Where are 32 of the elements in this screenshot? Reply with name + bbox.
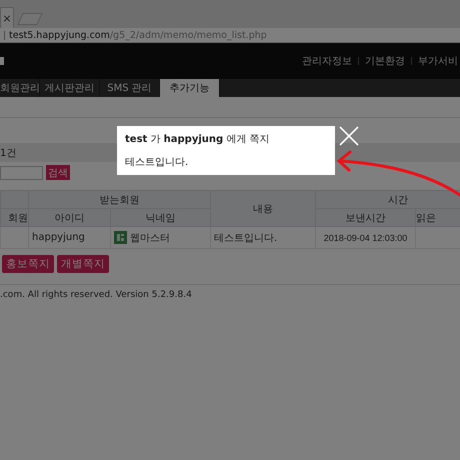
header-cell: 보낸시간 <box>316 208 416 226</box>
logo-icon[interactable] <box>0 57 4 65</box>
search-button[interactable]: 검색 <box>46 165 70 180</box>
table-cell: 2018-09-04 12:03:00 <box>316 226 416 248</box>
header-link[interactable]: 기본환경 <box>365 54 405 68</box>
memo-button[interactable]: 개별쪽지 <box>57 255 109 273</box>
header-cell: 아이디 <box>28 208 110 226</box>
header-cell: 읽은 <box>416 208 460 226</box>
tab-close-button[interactable]: × <box>0 7 14 28</box>
header-cell: 회원 <box>0 208 28 226</box>
popup-title: test 가 happyjung 에게 쪽지 <box>125 133 271 146</box>
total-count: 1건 <box>0 146 16 160</box>
search-field[interactable] <box>0 166 43 180</box>
nav-tab[interactable]: 게시판관리 <box>40 79 100 97</box>
header-link[interactable]: 관리자정보 <box>302 54 352 68</box>
profile-icon <box>114 231 127 244</box>
memo-button[interactable]: 홍보쪽지 <box>2 255 54 273</box>
header-cell: 닉네임 <box>110 208 210 226</box>
header-cell: 시간 <box>316 190 460 208</box>
header-link[interactable]: 부가서비 <box>418 54 458 68</box>
close-icon[interactable] <box>339 126 359 146</box>
popup-message: 테스트입니다. <box>125 156 190 169</box>
table-cell-text: 웹마스터 <box>130 232 170 244</box>
address-bar[interactable]: test5.happyjung.com/g5_2/adm/memo/memo_list.php <box>9 30 267 40</box>
nav-tab[interactable]: 추가기능 <box>160 79 220 97</box>
footer-text: .com. All rights reserved. Version 5.2.9.8.4 <box>0 290 193 300</box>
table-cell: 테스트입니다. <box>210 226 316 248</box>
header-cell: 받는회원 <box>28 190 210 208</box>
nav-tab[interactable]: 회원관리 <box>0 79 40 97</box>
header-cell: 내용 <box>210 190 316 226</box>
new-tab-button[interactable] <box>17 13 43 25</box>
table-cell: happyjung <box>28 226 110 248</box>
